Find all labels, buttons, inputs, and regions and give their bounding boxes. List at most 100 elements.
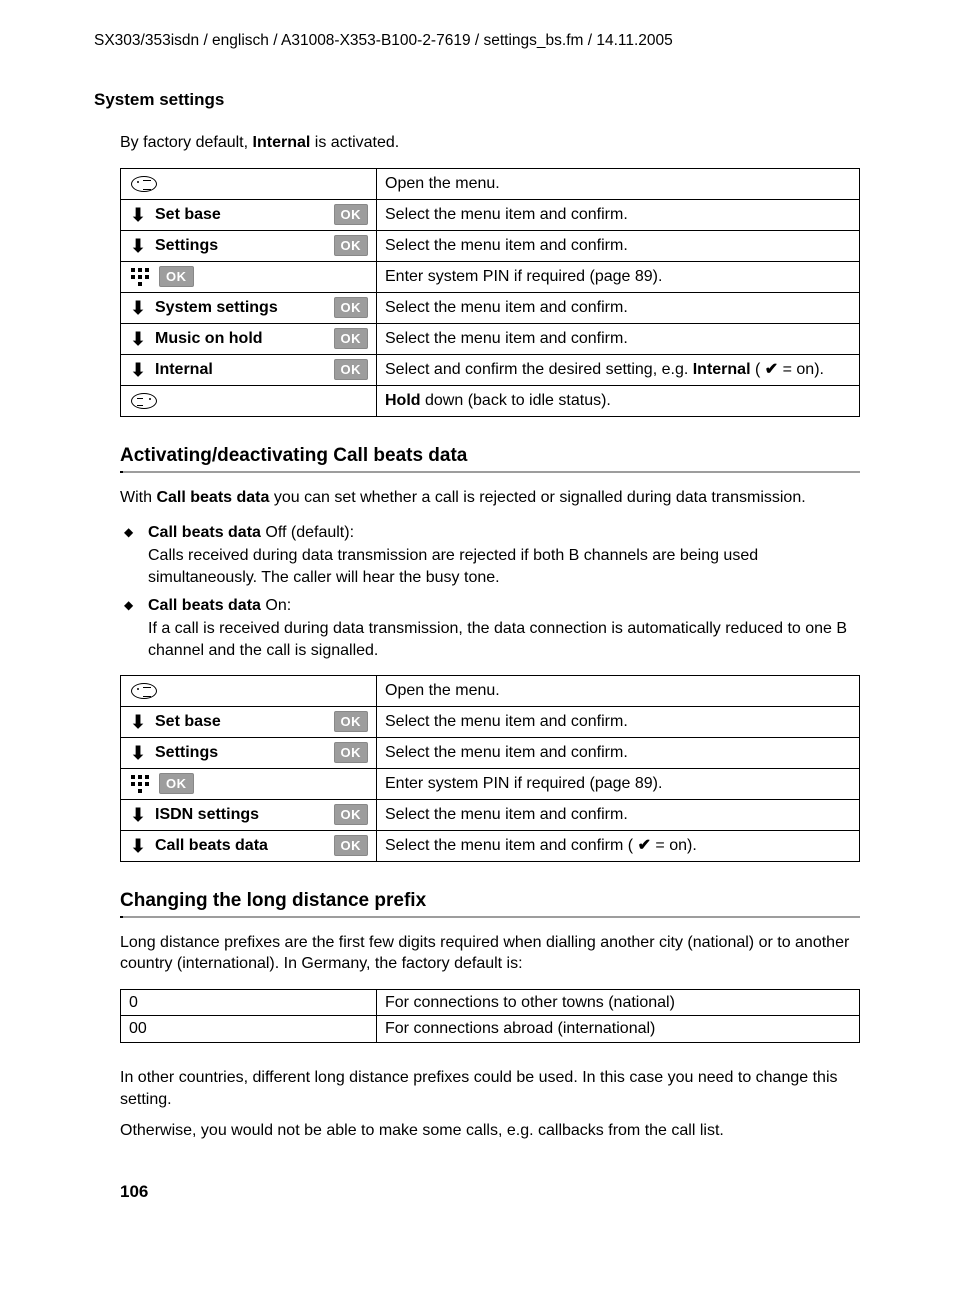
arrow-down-icon: ⬇ (129, 713, 147, 731)
call-beats-intro: With Call beats data you can set whether… (120, 487, 860, 509)
cell-description: Open the menu. (377, 675, 860, 706)
intro-paragraph: By factory default, Internal is activate… (120, 132, 860, 154)
list-item: Call beats data On: If a call is receive… (120, 595, 860, 662)
menu-item-label: Call beats data (155, 835, 326, 857)
long-distance-intro: Long distance prefixes are the first few… (120, 932, 860, 975)
table-row: ⬇ Set base OK Select the menu item and c… (121, 199, 860, 230)
table-row: ⬇ ISDN settings OK Select the menu item … (121, 799, 860, 830)
list-item-sub: Calls received during data transmission … (148, 545, 860, 590)
heading-long-distance: Changing the long distance prefix (120, 890, 898, 912)
check-icon: ✔ (638, 837, 651, 854)
text: Select the menu item and confirm ( (385, 837, 638, 854)
list-item-sub: If a call is received during data transm… (148, 618, 860, 663)
table-row: OK Enter system PIN if required (page 89… (121, 261, 860, 292)
table-row: ⬇ Set base OK Select the menu item and c… (121, 706, 860, 737)
ok-badge: OK (334, 711, 369, 733)
text: you can set whether a call is rejected o… (269, 489, 805, 506)
ok-badge: OK (334, 742, 369, 764)
cell-description: Select and confirm the desired setting, … (377, 354, 860, 385)
cell-description: Open the menu. (377, 168, 860, 199)
page-number: 106 (120, 1182, 898, 1202)
menu-item-label: ISDN settings (155, 804, 326, 826)
arrow-down-icon: ⬇ (129, 806, 147, 824)
cell-description: Select the menu item and confirm ( ✔ = o… (377, 830, 860, 861)
menu-item-label: Settings (155, 742, 326, 764)
text-bold: Internal (253, 134, 311, 151)
table-row: ⬇ Internal OK Select and confirm the des… (121, 354, 860, 385)
long-distance-p2: Otherwise, you would not be able to make… (120, 1120, 860, 1142)
ok-badge: OK (334, 297, 369, 319)
ok-badge: OK (334, 359, 369, 381)
ok-badge: OK (334, 835, 369, 857)
arrow-down-icon: ⬇ (129, 744, 147, 762)
arrow-down-icon: ⬇ (129, 237, 147, 255)
cell-description: Select the menu item and confirm. (377, 799, 860, 830)
text: On: (261, 597, 291, 614)
table-row: OK Enter system PIN if required (page 89… (121, 768, 860, 799)
menu-key-icon (131, 176, 157, 192)
cell-description: For connections abroad (international) (377, 1016, 860, 1043)
arrow-down-icon: ⬇ (129, 361, 147, 379)
cell-description: Select the menu item and confirm. (377, 230, 860, 261)
text-bold: Hold (385, 392, 421, 409)
table-row: ⬇ Music on hold OK Select the menu item … (121, 323, 860, 354)
ok-badge: OK (334, 804, 369, 826)
instruction-table-call-beats: Open the menu. ⬇ Set base OK Select the … (120, 675, 860, 862)
ok-badge: OK (159, 266, 194, 288)
arrow-down-icon: ⬇ (129, 206, 147, 224)
arrow-down-icon: ⬇ (129, 837, 147, 855)
bullet-list: Call beats data Off (default): Calls rec… (120, 522, 860, 662)
cell-description: Enter system PIN if required (page 89). (377, 261, 860, 292)
cell-description: Select the menu item and confirm. (377, 323, 860, 354)
prefix-table: 0 For connections to other towns (nation… (120, 989, 860, 1043)
instruction-table-system-settings: Open the menu. ⬇ Set base OK Select the … (120, 168, 860, 417)
text: With (120, 489, 156, 506)
table-row: ⬇ Settings OK Select the menu item and c… (121, 230, 860, 261)
cell-description: Select the menu item and confirm. (377, 199, 860, 230)
table-row: Open the menu. (121, 675, 860, 706)
text-bold: Call beats data (148, 597, 261, 614)
table-row: Open the menu. (121, 168, 860, 199)
arrow-down-icon: ⬇ (129, 330, 147, 348)
back-key-icon (131, 393, 157, 409)
text-bold: Call beats data (148, 524, 261, 541)
cell-description: Enter system PIN if required (page 89). (377, 768, 860, 799)
menu-item-label: Set base (155, 204, 326, 226)
text-bold: Internal (693, 361, 751, 378)
text: is activated. (310, 134, 399, 151)
cell-description: Select the menu item and confirm. (377, 706, 860, 737)
menu-item-label: System settings (155, 297, 326, 319)
list-item: Call beats data Off (default): Calls rec… (120, 522, 860, 589)
arrow-down-icon: ⬇ (129, 299, 147, 317)
table-row: 00 For connections abroad (international… (121, 1016, 860, 1043)
long-distance-p1: In other countries, different long dista… (120, 1067, 860, 1110)
text: down (back to idle status). (421, 392, 611, 409)
text: = on). (651, 837, 697, 854)
text: By factory default, (120, 134, 253, 151)
menu-item-label: Settings (155, 235, 326, 257)
table-row: ⬇ Call beats data OK Select the menu ite… (121, 830, 860, 861)
text-bold: Call beats data (156, 489, 269, 506)
text: Select and confirm the desired setting, … (385, 361, 693, 378)
section-title: System settings (94, 90, 898, 110)
table-row: 0 For connections to other towns (nation… (121, 989, 860, 1016)
table-row: ⬇ System settings OK Select the menu ite… (121, 292, 860, 323)
check-icon: ✔ (765, 361, 778, 378)
cell-prefix: 00 (121, 1016, 377, 1043)
ok-badge: OK (334, 204, 369, 226)
heading-rule (120, 916, 860, 918)
cell-description: Hold down (back to idle status). (377, 385, 860, 416)
cell-prefix: 0 (121, 989, 377, 1016)
text: ( (751, 361, 765, 378)
text: = on). (778, 361, 824, 378)
heading-rule (120, 471, 860, 473)
cell-description: For connections to other towns (national… (377, 989, 860, 1016)
menu-item-label: Set base (155, 711, 326, 733)
ok-badge: OK (334, 235, 369, 257)
keypad-icon (131, 268, 149, 286)
cell-description: Select the menu item and confirm. (377, 737, 860, 768)
ok-badge: OK (159, 773, 194, 795)
menu-item-label: Internal (155, 359, 326, 381)
text: Off (default): (261, 524, 354, 541)
menu-key-icon (131, 683, 157, 699)
